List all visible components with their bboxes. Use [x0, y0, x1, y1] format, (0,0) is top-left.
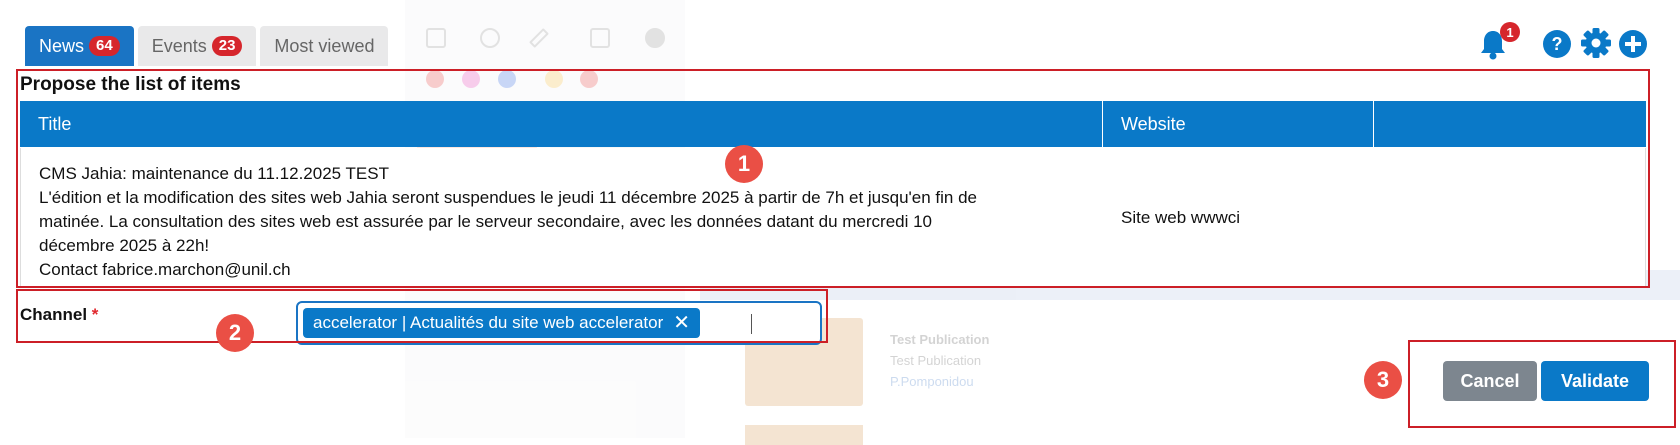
svg-text:?: ? [1552, 34, 1563, 54]
annotation-marker-3: 3 [1364, 361, 1402, 399]
gear-icon [1581, 28, 1611, 58]
square-tool-icon [426, 28, 446, 48]
column-website-header: Website [1103, 101, 1374, 147]
tab-events-count-badge: 23 [211, 36, 243, 56]
row-title-line: matinée. La consultation des sites web e… [39, 212, 933, 231]
required-marker: * [91, 305, 99, 324]
row-title-line: L'édition et la modification des sites w… [39, 188, 977, 207]
row-title-line: décembre 2025 à 22h! [39, 236, 210, 255]
settings-button[interactable] [1580, 27, 1612, 64]
color-swatch-red [426, 70, 444, 88]
help-button[interactable]: ? [1542, 29, 1572, 64]
tab-news-count-badge: 64 [89, 36, 120, 56]
column-extra-header [1374, 101, 1646, 147]
tab-most-viewed-label: Most viewed [274, 35, 375, 56]
tab-news[interactable]: News 64 [25, 26, 134, 66]
tab-news-label: News [39, 35, 85, 56]
text-cursor [751, 314, 752, 334]
tab-bar: News 64 Events 23 Most viewed [25, 26, 389, 66]
background-pub-sub: Test Publication [890, 353, 982, 368]
color-swatch-yellow [545, 70, 563, 88]
background-thumbnail-2 [745, 425, 863, 445]
annotation-marker-2: 2 [216, 314, 254, 352]
channel-label-text: Channel [20, 305, 88, 324]
row-title-contact: Contact fabrice.marchon@unil.ch [39, 260, 291, 279]
pattern-tool-icon [590, 28, 610, 48]
tab-most-viewed[interactable]: Most viewed [260, 26, 389, 66]
channel-chip-label: accelerator | Actualités du site web acc… [313, 313, 664, 332]
notification-count-badge: 1 [1500, 22, 1520, 42]
close-icon[interactable]: ✕ [673, 313, 690, 333]
pen-tool-icon [529, 28, 549, 48]
background-pub-author: P.Pomponidou [890, 374, 974, 389]
color-swatch-blue [498, 70, 516, 88]
tab-events-label: Events [151, 35, 207, 56]
propose-list-title: Propose the list of items [20, 74, 241, 95]
circle-tool-icon [480, 28, 500, 48]
info-tool-icon [645, 28, 665, 48]
row-website-cell: Site web wwwci [1121, 208, 1241, 227]
channel-select-input[interactable]: accelerator | Actualités du site web acc… [296, 301, 822, 345]
plus-circle-icon [1619, 30, 1647, 58]
question-circle-icon: ? [1543, 30, 1571, 58]
row-title-cell: CMS Jahia: maintenance du 11.12.2025 TES… [39, 162, 1089, 282]
column-title-header: Title [20, 101, 1103, 147]
annotation-marker-1: 1 [725, 145, 763, 183]
tab-events[interactable]: Events 23 [137, 26, 257, 66]
validate-button[interactable]: Validate [1541, 361, 1649, 401]
background-pub-title: Test Publication [890, 332, 990, 347]
cancel-button[interactable]: Cancel [1443, 361, 1537, 401]
channel-chip: accelerator | Actualités du site web acc… [303, 308, 701, 338]
channel-label: Channel * [20, 305, 98, 325]
notifications-button[interactable]: 1 [1478, 22, 1520, 65]
add-button[interactable] [1618, 29, 1648, 64]
color-swatch-red-2 [580, 70, 598, 88]
table-row[interactable]: CMS Jahia: maintenance du 11.12.2025 TES… [20, 148, 1646, 286]
items-table-header: Title Website [20, 101, 1646, 147]
row-title-heading: CMS Jahia: maintenance du 11.12.2025 TES… [39, 164, 389, 183]
color-swatch-pink [462, 70, 480, 88]
